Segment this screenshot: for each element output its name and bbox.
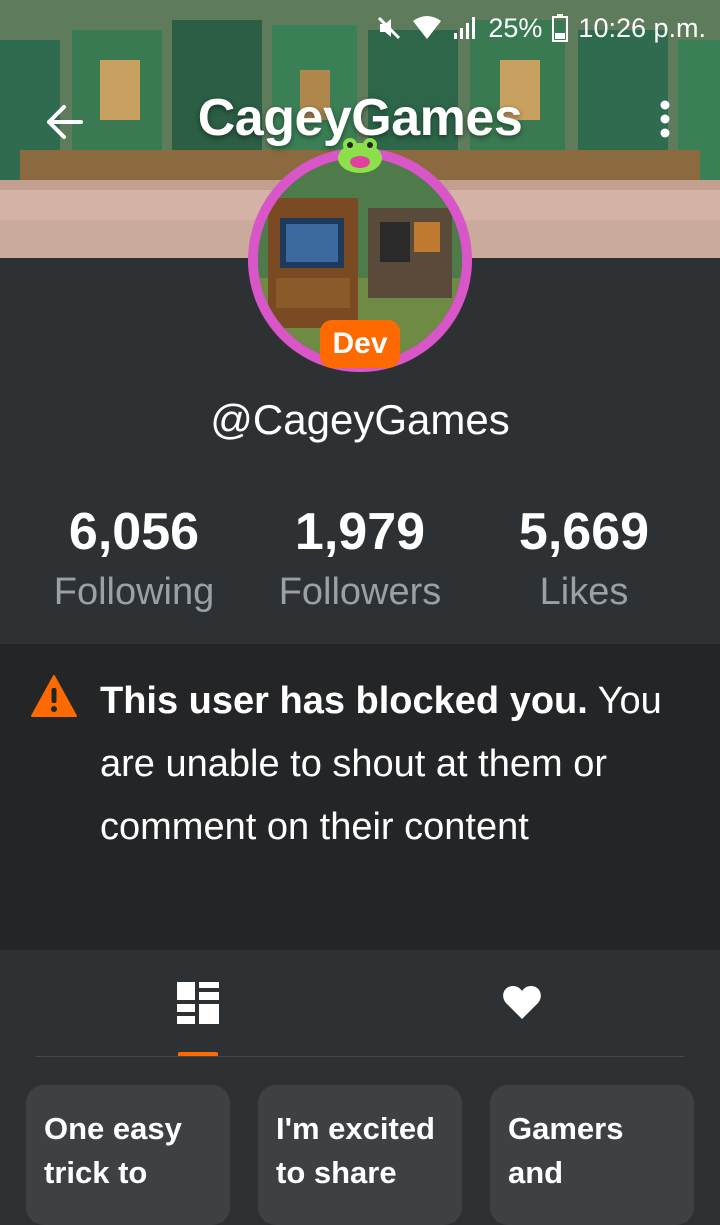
status-bar: 25% 10:26 p.m. bbox=[0, 0, 720, 56]
more-options-button[interactable] bbox=[640, 92, 690, 146]
stat-value: 5,669 bbox=[518, 503, 650, 561]
stat-label: Followers bbox=[278, 571, 442, 613]
more-vertical-icon bbox=[660, 100, 670, 138]
post-card[interactable]: One easy trick to bbox=[26, 1085, 230, 1225]
dev-badge: Dev bbox=[320, 320, 400, 368]
wifi-icon bbox=[412, 15, 442, 41]
stat-following[interactable]: 6,056 Following bbox=[14, 500, 254, 620]
heart-icon bbox=[503, 986, 541, 1019]
profile-tabs bbox=[0, 950, 720, 1056]
post-card[interactable]: I'm excited to share bbox=[258, 1085, 462, 1225]
battery-icon bbox=[552, 14, 569, 42]
tab-posts[interactable] bbox=[138, 950, 258, 1056]
signal-icon bbox=[452, 15, 478, 41]
profile-stats: 6,056 Following 1,979 Followers 5,669 Li… bbox=[0, 500, 720, 630]
grid-icon bbox=[177, 982, 219, 1024]
clock: 10:26 p.m. bbox=[578, 12, 706, 43]
blocked-notice-text: This user has blocked you. You are unabl… bbox=[100, 670, 700, 859]
username-handle: @CageyGames bbox=[210, 396, 510, 443]
stat-value: 1,979 bbox=[294, 503, 426, 561]
stat-value: 6,056 bbox=[68, 503, 200, 561]
frog-mascot-icon bbox=[332, 134, 388, 179]
mute-icon bbox=[376, 15, 402, 41]
blocked-notice-title: This user has blocked you. bbox=[100, 680, 588, 722]
stat-label: Likes bbox=[539, 571, 629, 613]
stat-followers[interactable]: 1,979 Followers bbox=[240, 500, 480, 620]
tab-likes[interactable] bbox=[462, 950, 582, 1056]
battery-percent: 25% bbox=[488, 12, 543, 43]
stat-label: Following bbox=[53, 571, 215, 613]
tabs-divider bbox=[36, 1056, 684, 1057]
avatar[interactable]: Dev bbox=[248, 138, 472, 372]
warning-icon bbox=[30, 674, 78, 723]
post-card[interactable]: Gamers and bbox=[490, 1085, 694, 1225]
stat-likes[interactable]: 5,669 Likes bbox=[464, 500, 704, 620]
